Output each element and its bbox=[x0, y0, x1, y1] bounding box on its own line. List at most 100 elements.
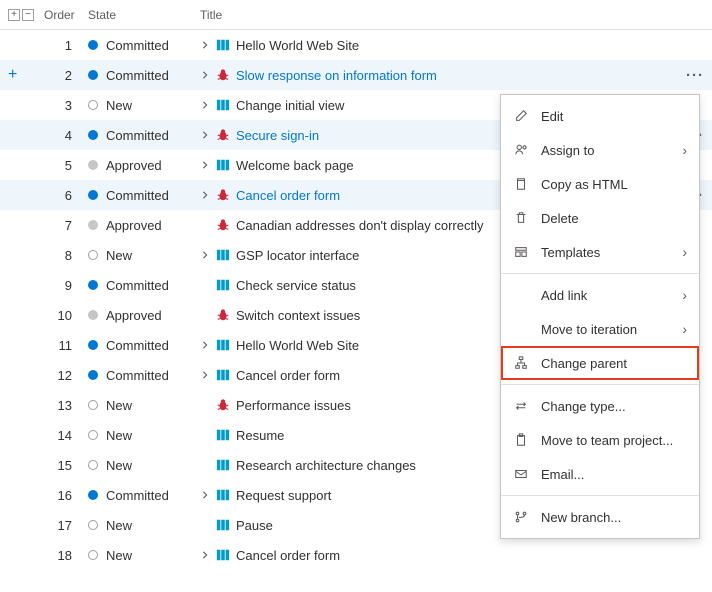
state-dot-icon bbox=[88, 340, 98, 350]
menu-change-parent[interactable]: Change parent bbox=[501, 346, 699, 380]
context-menu: Edit Assign to › Copy as HTML Delete Tem… bbox=[500, 94, 700, 539]
order-cell: 15 bbox=[44, 458, 84, 473]
title-cell[interactable]: Slow response on information form bbox=[196, 68, 678, 83]
bug-icon bbox=[216, 128, 230, 142]
order-cell: 10 bbox=[44, 308, 84, 323]
menu-move-iteration[interactable]: Move to iteration › bbox=[501, 312, 699, 346]
state-cell: Committed bbox=[84, 278, 196, 293]
branch-icon bbox=[513, 509, 529, 525]
chevron-right-icon[interactable] bbox=[200, 40, 210, 50]
chevron-right-icon[interactable] bbox=[200, 370, 210, 380]
state-cell: Committed bbox=[84, 128, 196, 143]
collapse-all-icon[interactable]: − bbox=[22, 9, 34, 21]
chevron-right-icon[interactable] bbox=[200, 550, 210, 560]
state-dot-icon bbox=[88, 400, 98, 410]
state-label: New bbox=[106, 428, 132, 443]
order-cell: 1 bbox=[44, 38, 84, 53]
email-icon bbox=[513, 466, 529, 482]
state-label: New bbox=[106, 98, 132, 113]
menu-change-type[interactable]: Change type... bbox=[501, 389, 699, 423]
table-row[interactable]: 18NewCancel order form bbox=[0, 540, 712, 570]
menu-new-branch[interactable]: New branch... bbox=[501, 500, 699, 534]
state-label: Committed bbox=[106, 488, 169, 503]
menu-edit[interactable]: Edit bbox=[501, 99, 699, 133]
state-cell: Committed bbox=[84, 338, 196, 353]
order-cell: 11 bbox=[44, 338, 84, 353]
state-dot-icon bbox=[88, 190, 98, 200]
order-cell: 13 bbox=[44, 398, 84, 413]
title-text: Canadian addresses don't display correct… bbox=[236, 218, 483, 233]
pbi-icon bbox=[216, 278, 230, 292]
order-cell: 3 bbox=[44, 98, 84, 113]
order-cell: 18 bbox=[44, 548, 84, 563]
state-label: Committed bbox=[106, 38, 169, 53]
state-dot-icon bbox=[88, 430, 98, 440]
bug-icon bbox=[216, 218, 230, 232]
title-cell[interactable]: Cancel order form bbox=[196, 548, 678, 563]
state-cell: Approved bbox=[84, 158, 196, 173]
state-label: Committed bbox=[106, 338, 169, 353]
chevron-right-icon[interactable] bbox=[200, 130, 210, 140]
title-text[interactable]: Slow response on information form bbox=[236, 68, 437, 83]
title-header[interactable]: Title bbox=[196, 8, 678, 22]
menu-templates[interactable]: Templates › bbox=[501, 235, 699, 269]
state-label: New bbox=[106, 518, 132, 533]
order-cell: 2 bbox=[44, 68, 84, 83]
chevron-right-icon[interactable] bbox=[200, 160, 210, 170]
menu-email[interactable]: Email... bbox=[501, 457, 699, 491]
state-header[interactable]: State bbox=[84, 8, 196, 22]
assign-icon bbox=[513, 142, 529, 158]
state-dot-icon bbox=[88, 460, 98, 470]
order-cell: 17 bbox=[44, 518, 84, 533]
menu-move-team-project[interactable]: Move to team project... bbox=[501, 423, 699, 457]
pbi-icon bbox=[216, 38, 230, 52]
table-row[interactable]: +2 Committed Slow response on information … bbox=[0, 60, 712, 90]
state-dot-icon bbox=[88, 100, 98, 110]
title-text: Hello World Web Site bbox=[236, 38, 359, 53]
state-dot-icon bbox=[88, 520, 98, 530]
table-row[interactable]: 1 Committed Hello World Web Site bbox=[0, 30, 712, 60]
order-cell: 5 bbox=[44, 158, 84, 173]
add-icon[interactable]: + bbox=[8, 66, 17, 84]
menu-add-link[interactable]: Add link › bbox=[501, 278, 699, 312]
chevron-right-icon[interactable] bbox=[200, 100, 210, 110]
more-actions-button[interactable]: ··· bbox=[686, 67, 704, 84]
order-cell: 6 bbox=[44, 188, 84, 203]
state-dot-icon bbox=[88, 70, 98, 80]
state-label: New bbox=[106, 248, 132, 263]
state-label: Approved bbox=[106, 218, 162, 233]
title-text: GSP locator interface bbox=[236, 248, 359, 263]
title-cell[interactable]: Hello World Web Site bbox=[196, 38, 678, 53]
pbi-icon bbox=[216, 518, 230, 532]
title-text: Pause bbox=[236, 518, 273, 533]
menu-assign-to[interactable]: Assign to › bbox=[501, 133, 699, 167]
chevron-right-icon[interactable] bbox=[200, 340, 210, 350]
order-cell: 16 bbox=[44, 488, 84, 503]
chevron-right-icon[interactable] bbox=[200, 190, 210, 200]
order-cell: 8 bbox=[44, 248, 84, 263]
chevron-right-icon: › bbox=[682, 287, 687, 303]
clipboard-icon bbox=[513, 432, 529, 448]
menu-separator bbox=[501, 273, 699, 274]
state-label: Committed bbox=[106, 68, 169, 83]
chevron-right-icon[interactable] bbox=[200, 70, 210, 80]
menu-delete[interactable]: Delete bbox=[501, 201, 699, 235]
title-text[interactable]: Secure sign-in bbox=[236, 128, 319, 143]
state-cell: Approved bbox=[84, 308, 196, 323]
delete-icon bbox=[513, 210, 529, 226]
chevron-right-icon[interactable] bbox=[200, 250, 210, 260]
order-header[interactable]: Order bbox=[44, 8, 84, 22]
state-dot-icon bbox=[88, 550, 98, 560]
state-cell: New bbox=[84, 248, 196, 263]
expand-collapse-header[interactable]: + − bbox=[0, 9, 44, 21]
edit-icon bbox=[513, 108, 529, 124]
title-text[interactable]: Cancel order form bbox=[236, 188, 340, 203]
expand-all-icon[interactable]: + bbox=[8, 9, 20, 21]
chevron-right-icon[interactable] bbox=[200, 490, 210, 500]
pbi-icon bbox=[216, 98, 230, 112]
state-label: New bbox=[106, 458, 132, 473]
table-header: + − Order State Title bbox=[0, 0, 712, 30]
state-cell: New bbox=[84, 98, 196, 113]
state-dot-icon bbox=[88, 370, 98, 380]
menu-copy-html[interactable]: Copy as HTML bbox=[501, 167, 699, 201]
